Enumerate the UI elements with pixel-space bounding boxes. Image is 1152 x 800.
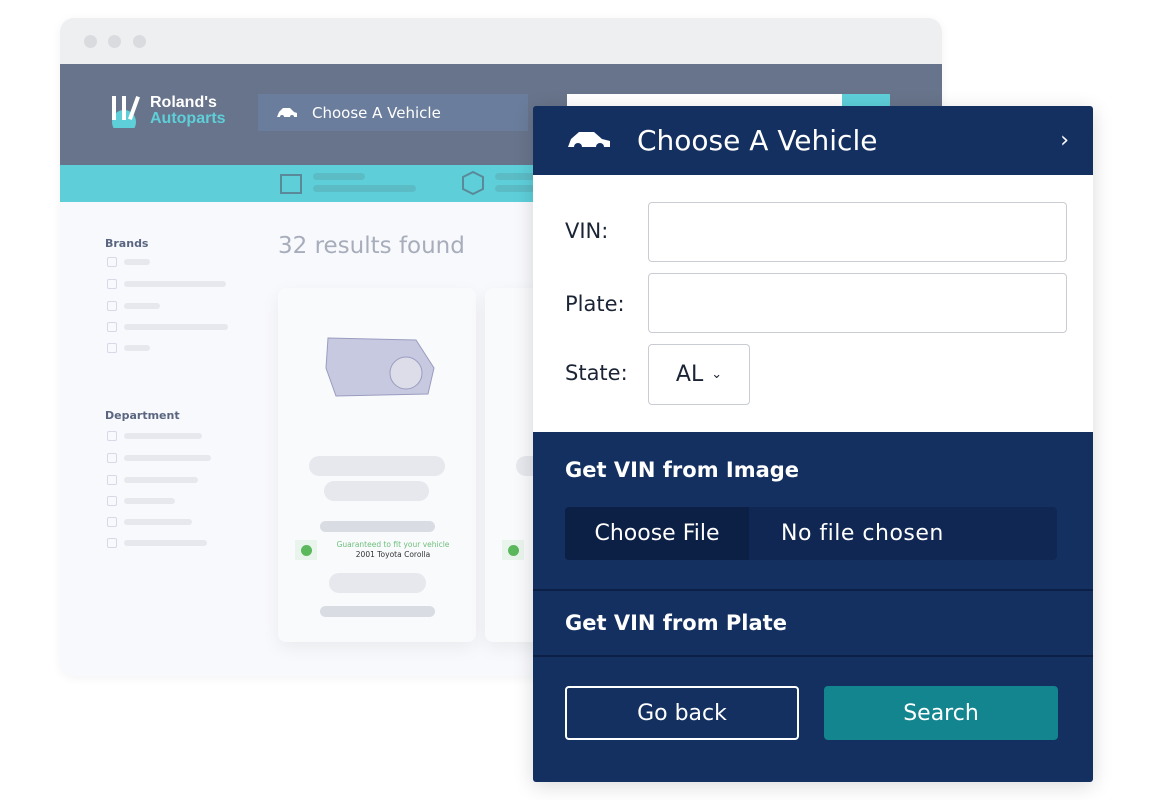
filter-checkbox[interactable] [107,453,117,463]
search-button[interactable]: Search [824,686,1058,740]
filter-label-placeholder [124,519,192,525]
filter-checkbox[interactable] [107,301,117,311]
filter-label-placeholder [124,477,198,483]
vin-input[interactable] [648,202,1067,262]
product-card[interactable]: Guaranteed to fit your vehicle 2001 Toyo… [278,288,476,642]
filter-checkbox[interactable] [107,322,117,332]
filter-label-placeholder [124,259,150,265]
filter-label-placeholder [124,433,202,439]
brands-heading: Brands [105,237,149,250]
plate-label: Plate: [565,292,625,316]
state-select[interactable]: AL ⌄ [648,344,750,405]
check-icon [301,545,312,556]
results-count: 32 results found [278,233,465,259]
filter-checkbox[interactable] [107,496,117,506]
divider [533,655,1093,657]
file-input[interactable]: Choose File No file chosen [565,507,1057,560]
headlight-image [325,337,435,397]
divider [533,589,1093,591]
choose-vehicle-panel: Choose A Vehicle › VIN: Plate: State: AL… [533,106,1093,782]
fitment-vehicle: 2001 Toyota Corolla [355,550,431,559]
logo[interactable]: Roland's Autoparts [102,94,226,128]
vehicle-selector[interactable]: Choose A Vehicle [258,94,528,131]
window-dot [108,35,121,48]
file-status: No file chosen [781,521,944,546]
window-dot [84,35,97,48]
choose-file-button[interactable]: Choose File [565,507,749,560]
panel-title: Choose A Vehicle [637,124,878,157]
filter-label-placeholder [124,281,226,287]
browser-chrome [60,18,942,64]
chevron-down-icon: ⌄ [711,367,723,382]
logo-line2: Autoparts [150,110,226,127]
guarantee-text: Guaranteed to fit your vehicle [336,540,450,549]
filter-checkbox[interactable] [107,431,117,441]
department-heading: Department [105,409,180,422]
vin-from-plate-toggle[interactable]: Get VIN from Plate [565,611,787,635]
car-icon [568,131,610,151]
filter-checkbox[interactable] [107,517,117,527]
logo-line1: Roland's [150,94,217,111]
filter-checkbox[interactable] [107,257,117,267]
filter-checkbox[interactable] [107,343,117,353]
vin-from-image-heading: Get VIN from Image [565,458,800,482]
box-icon [462,170,484,196]
filter-checkbox[interactable] [107,538,117,548]
filter-checkbox[interactable] [107,475,117,485]
car-icon [277,107,297,119]
filter-checkbox[interactable] [107,279,117,289]
check-icon [508,545,519,556]
chevron-right-icon[interactable]: › [1060,128,1069,153]
filter-label-placeholder [124,455,211,461]
filter-label-placeholder [124,345,150,351]
filter-label-placeholder [124,303,160,309]
filter-label-placeholder [124,498,175,504]
state-value: AL [675,362,704,387]
panel-header[interactable]: Choose A Vehicle › [533,106,1093,175]
vehicle-selector-label: Choose A Vehicle [312,103,441,122]
vehicle-form: VIN: Plate: State: AL ⌄ [533,175,1093,432]
filter-label-placeholder [124,540,207,546]
filter-label-placeholder [124,324,228,330]
vin-label: VIN: [565,219,609,243]
window-dot [133,35,146,48]
state-label: State: [565,361,628,385]
plate-input[interactable] [648,273,1067,333]
store-icon [280,174,302,194]
go-back-button[interactable]: Go back [565,686,799,740]
tools-gear-icon [112,96,140,128]
